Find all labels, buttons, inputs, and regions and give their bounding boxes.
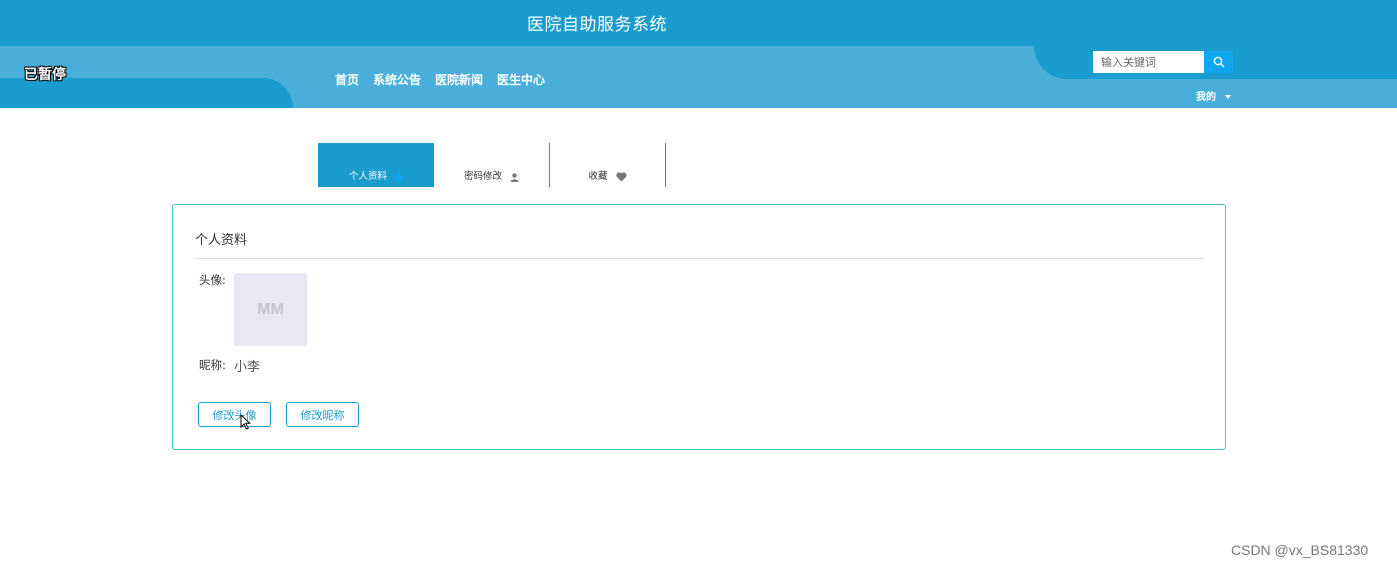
search-input[interactable] xyxy=(1093,51,1204,73)
edit-avatar-button[interactable]: 修改头像 xyxy=(198,402,271,427)
panel-title: 个人资料 xyxy=(195,233,248,248)
nav-item-announcements[interactable]: 系统公告 xyxy=(373,71,421,88)
avatar-label: 头像: xyxy=(199,273,226,287)
site-title: 医院自助服务系统 xyxy=(527,15,667,35)
main-nav: 首页 系统公告 医院新闻 医生中心 xyxy=(335,71,559,88)
tab-profile[interactable]: 个人资料 xyxy=(318,143,434,187)
avatar: MM xyxy=(234,273,307,346)
droplet-icon xyxy=(395,172,403,182)
avatar-placeholder-text: MM xyxy=(257,300,284,318)
mouse-cursor-icon xyxy=(240,413,252,434)
tab-favorites[interactable]: 收藏 xyxy=(550,143,666,187)
search-button[interactable] xyxy=(1204,51,1233,73)
nickname-label: 昵称: xyxy=(199,358,226,372)
watermark: CSDN @vx_BS81330 xyxy=(1231,542,1369,558)
nav-item-hospital-news[interactable]: 医院新闻 xyxy=(435,71,483,88)
tab-profile-label: 个人资料 xyxy=(348,171,387,182)
panel-divider xyxy=(194,258,1204,259)
tab-password-label: 密码修改 xyxy=(463,171,502,182)
mine-label: 我的 xyxy=(1196,92,1216,103)
edit-nickname-button[interactable]: 修改昵称 xyxy=(286,402,359,427)
search-icon xyxy=(1213,56,1224,68)
tab-password[interactable]: 密码修改 xyxy=(434,143,550,187)
tab-favorites-label: 收藏 xyxy=(588,171,608,182)
paused-overlay-label: 已暂停 xyxy=(24,67,66,83)
nav-item-doctor-center[interactable]: 医生中心 xyxy=(497,71,545,88)
nickname-value: 小李 xyxy=(234,360,261,375)
heart-icon xyxy=(615,172,627,182)
nav-item-home[interactable]: 首页 xyxy=(335,71,359,88)
chevron-down-icon xyxy=(1225,95,1231,99)
user-icon xyxy=(510,173,519,182)
mine-dropdown[interactable]: 我的 xyxy=(1196,88,1231,103)
profile-panel: 个人资料 头像: MM 昵称: 小李 修改头像 修改昵称 xyxy=(172,204,1226,450)
profile-tabs: 个人资料 密码修改 收藏 xyxy=(318,143,666,187)
